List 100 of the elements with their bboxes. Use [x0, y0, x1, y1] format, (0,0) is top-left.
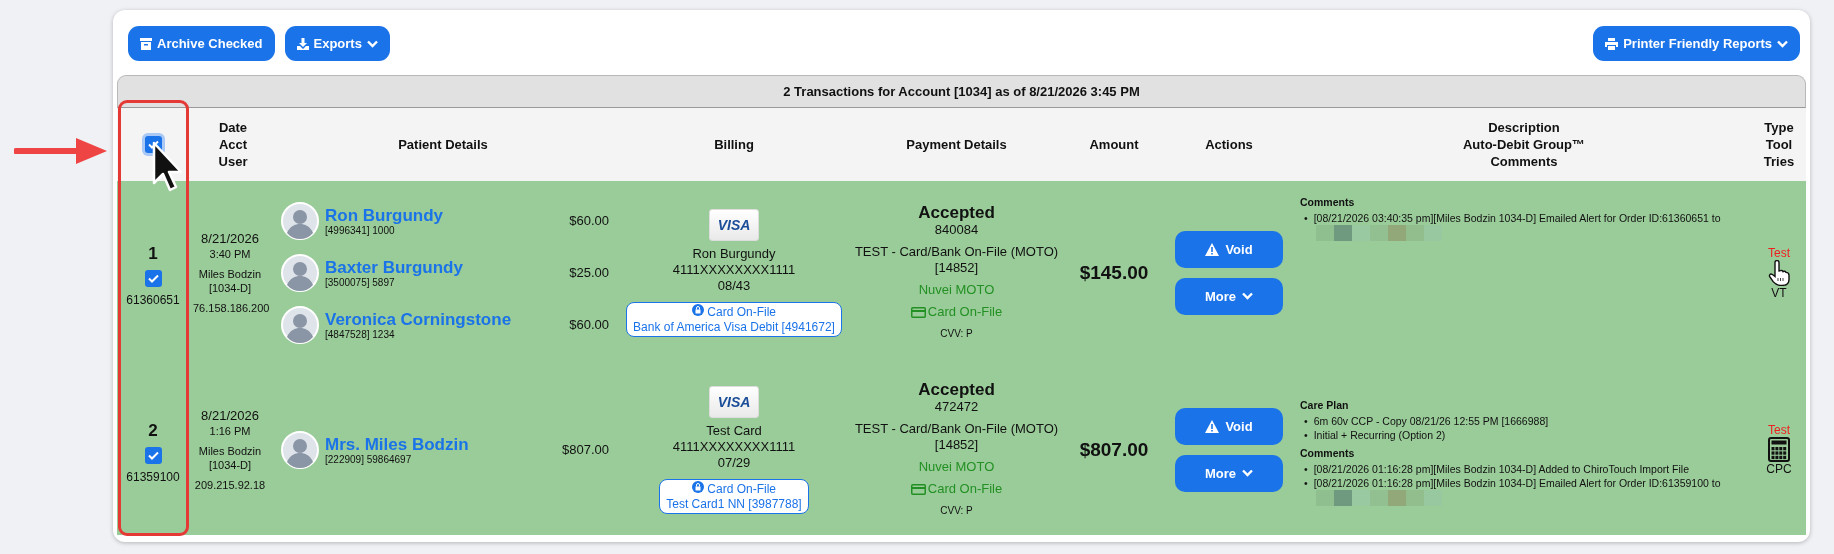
- lock-icon: [692, 303, 704, 316]
- section-title: Comments: [1300, 195, 1356, 209]
- more-button[interactable]: More: [1175, 454, 1283, 492]
- patient-name-link[interactable]: Veronica Corningstone: [325, 309, 570, 329]
- column-header: Description Auto-Debit Group™ Comments: [1461, 119, 1586, 170]
- card-brand-logo: VISA: [709, 385, 759, 418]
- checkmark-icon: [147, 451, 159, 460]
- card-expiry: 07/29: [717, 454, 751, 471]
- row-checkbox[interactable]: [144, 270, 162, 287]
- ip-address: 76.158.186.200: [193, 300, 267, 315]
- pointing-hand-icon: [1768, 259, 1790, 286]
- void-button[interactable]: Void: [1175, 230, 1283, 268]
- transaction-date: 8/21/2026: [200, 407, 260, 424]
- column-header: Payment Details: [905, 136, 1008, 153]
- credit-card-icon: [910, 483, 926, 495]
- payment-method: TEST - Card/Bank On-File (MOTO): [854, 421, 1059, 437]
- patient-name-link[interactable]: Mrs. Miles Bodzin: [325, 434, 562, 454]
- user-name: Miles Bodzin: [197, 443, 263, 458]
- void-button[interactable]: Void: [1175, 407, 1283, 445]
- avatar: [281, 253, 319, 292]
- transaction-time: 1:16 PM: [208, 423, 252, 438]
- cvv-result: CVV: P: [940, 327, 973, 341]
- processor-name: Nuvei MOTO: [918, 282, 995, 298]
- method-code: [14852]: [934, 437, 979, 453]
- comment-item: Initial + Recurring (Option 2): [1313, 428, 1446, 442]
- exports-button[interactable]: Exports: [284, 26, 390, 61]
- approval-code: 840084: [934, 222, 979, 238]
- caret-icon: [1242, 469, 1254, 477]
- transaction-amount: $145.00: [1078, 261, 1150, 284]
- tool-label: CPC: [1766, 462, 1792, 476]
- patient-ids: [222909] 59864697: [325, 453, 413, 465]
- card-brand-logo: VISA: [709, 208, 759, 241]
- comment-item: 6m 60v CCP - Copy 08/21/26 12:55 PM [1666988]: [1313, 414, 1549, 428]
- row-number: 1: [148, 244, 158, 264]
- card-number: 4111XXXXXXXX1111: [672, 438, 796, 455]
- ip-address: 209.215.92.18: [193, 477, 267, 492]
- bullet: •: [1304, 428, 1308, 442]
- card-holder: Ron Burgundy: [692, 245, 776, 262]
- column-header: Type Tool Tries: [1762, 119, 1796, 170]
- row-checkbox[interactable]: [144, 447, 162, 464]
- bullet: •: [1304, 462, 1308, 476]
- warning-icon: [1205, 419, 1220, 433]
- caret-icon: [1777, 39, 1788, 48]
- comment-item: [08/21/2026 01:16:28 pm][Miles Bodzin 1034-D] Emailed Alert for Order ID:61359100 to: [1313, 476, 1721, 490]
- warning-icon: [1205, 242, 1220, 256]
- section-title: Comments: [1300, 446, 1356, 460]
- archive-button[interactable]: Archive Checked: [128, 26, 275, 61]
- card-number: 4111XXXXXXXX1111: [672, 261, 796, 278]
- summary-bar: 2 Transactions for Account [1034] as of 8/21/2026 3:45 PM: [117, 75, 1806, 108]
- row-number: 2: [148, 421, 158, 441]
- payment-method: TEST - Card/Bank On-File (MOTO): [854, 244, 1059, 260]
- column-header: Actions: [1204, 136, 1254, 153]
- patient-ids: [3500075] 5897: [325, 276, 396, 288]
- type-label: Test: [1768, 423, 1790, 437]
- user-code: [1034-D]: [207, 457, 253, 472]
- download-icon: [296, 37, 309, 50]
- method-code: [14852]: [934, 260, 979, 276]
- patient-ids: [4996341] 1000: [325, 224, 396, 236]
- payment-status: Accepted: [918, 203, 995, 222]
- transaction-amount: $807.00: [1078, 438, 1150, 461]
- user-name: Miles Bodzin: [197, 266, 263, 281]
- caret-icon: [366, 39, 378, 48]
- bullet: •: [1304, 211, 1308, 225]
- payment-source: Card On-File: [927, 481, 1003, 497]
- order-id: 61359100: [126, 470, 180, 484]
- column-header: Amount: [1088, 136, 1140, 153]
- avatar: [281, 201, 319, 240]
- payment-status: Accepted: [918, 380, 995, 399]
- card-holder: Test Card: [706, 422, 762, 439]
- patient-amount: $60.00: [569, 317, 610, 332]
- transaction-time: 3:40 PM: [208, 246, 252, 261]
- caret-icon: [1242, 292, 1254, 300]
- credit-card-icon: [910, 306, 926, 318]
- user-code: [1034-D]: [207, 280, 253, 295]
- order-id: 61360651: [126, 293, 180, 307]
- approval-code: 472472: [934, 399, 979, 415]
- calculator-icon: [1768, 437, 1790, 462]
- cvv-result: CVV: P: [940, 504, 973, 518]
- patient-name-link[interactable]: Baxter Burgundy: [325, 257, 570, 277]
- column-header: Date Acct User: [217, 119, 249, 170]
- checkmark-icon: [147, 274, 159, 283]
- card-expiry: 08/43: [717, 277, 751, 294]
- card-on-file-link[interactable]: Card On-File Test Card1 NN [3987788]: [659, 478, 809, 514]
- patient-name-link[interactable]: Ron Burgundy: [325, 205, 570, 225]
- tool-label: VT: [1771, 285, 1787, 300]
- patient-ids: [4847528] 1234: [325, 328, 396, 340]
- lock-icon: [691, 480, 704, 493]
- comment-item: [08/21/2026 03:40:35 pm][Miles Bodzin 1034-D] Emailed Alert for Order ID:61360651 to: [1313, 211, 1721, 225]
- card-on-file-link[interactable]: Card On-File Bank of America Visa Debit [4941672]: [626, 301, 842, 337]
- section-title: Care Plan: [1300, 398, 1350, 412]
- payment-source: Card On-File: [927, 304, 1003, 320]
- printer-icon: [1605, 37, 1619, 50]
- avatar: [281, 305, 319, 344]
- printer-reports-button[interactable]: Printer Friendly Reports: [1593, 26, 1800, 61]
- avatar: [281, 430, 319, 469]
- bullet: •: [1304, 414, 1308, 428]
- patient-amount: $60.00: [569, 213, 610, 228]
- more-button[interactable]: More: [1175, 277, 1283, 315]
- archive-icon: [140, 37, 152, 50]
- processor-name: Nuvei MOTO: [918, 459, 995, 475]
